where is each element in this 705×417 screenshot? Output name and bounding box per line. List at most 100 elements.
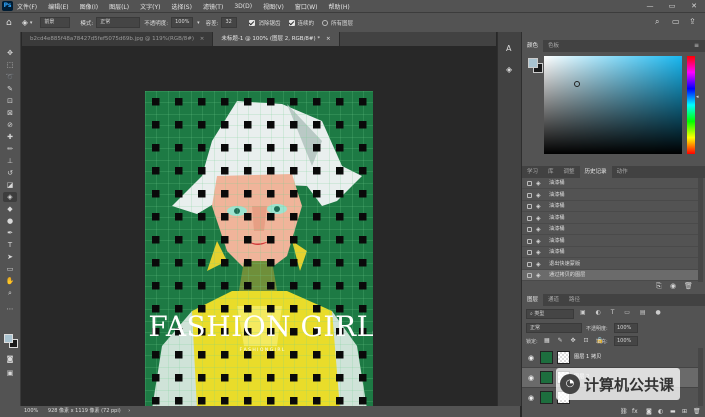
menu-window[interactable]: 窗口(W) bbox=[295, 2, 318, 11]
tab-close-icon[interactable]: × bbox=[326, 36, 331, 42]
tab-learn[interactable]: 学习 bbox=[522, 166, 543, 178]
history-item[interactable]: ◈ 通过拷贝的图层 bbox=[522, 270, 698, 281]
marquee-tool-icon[interactable]: ⬚ bbox=[3, 60, 17, 70]
history-state-checkbox[interactable] bbox=[527, 192, 532, 198]
history-item[interactable]: ◈ 油漆桶 bbox=[522, 201, 698, 212]
tab-actions[interactable]: 动作 bbox=[612, 166, 633, 178]
fill-input[interactable]: 100% bbox=[614, 336, 638, 346]
fill-source-select[interactable]: 前景 bbox=[40, 17, 71, 28]
brush-tool-icon[interactable]: ✏ bbox=[3, 144, 17, 154]
workspace-icon[interactable]: ▭ bbox=[672, 17, 680, 26]
layer-name[interactable]: 图层 1 拷贝 bbox=[574, 353, 601, 360]
history-state-checkbox[interactable] bbox=[527, 227, 532, 232]
history-state-checkbox[interactable] bbox=[527, 261, 532, 267]
more-tools-icon[interactable]: ⋯ bbox=[3, 304, 17, 314]
contiguous-checkbox[interactable] bbox=[288, 19, 295, 26]
history-scrollbar[interactable] bbox=[698, 178, 703, 282]
layer-thumbnail[interactable] bbox=[540, 391, 553, 404]
new-group-icon[interactable]: ▬ bbox=[670, 408, 676, 415]
tool-preset-chevron-icon[interactable]: ▾ bbox=[30, 20, 33, 26]
tab-history[interactable]: 历史记录 bbox=[579, 166, 612, 178]
stamp-tool-icon[interactable]: ⊥ bbox=[3, 156, 17, 166]
menu-file[interactable]: 文件(F) bbox=[17, 2, 37, 11]
add-mask-icon[interactable]: ◙ bbox=[646, 408, 652, 415]
shape-tool-icon[interactable]: ▭ bbox=[3, 264, 17, 274]
adjustment-layer-icon[interactable]: ◐ bbox=[658, 408, 663, 415]
screen-mode-icon[interactable]: ▣ bbox=[3, 368, 17, 378]
fx-icon[interactable]: fx bbox=[632, 408, 638, 415]
blend-mode-select[interactable]: 正常 bbox=[526, 323, 582, 333]
paint-bucket-tool-icon[interactable]: ◈ bbox=[22, 18, 28, 27]
tab-layers[interactable]: 图层 bbox=[522, 294, 544, 306]
panel-menu-icon[interactable]: ≡ bbox=[694, 42, 699, 49]
layers-scrollbar[interactable] bbox=[698, 348, 703, 406]
blur-tool-icon[interactable]: ◆ bbox=[3, 204, 17, 214]
frame-tool-icon[interactable]: ⊠ bbox=[3, 108, 17, 118]
mode-select[interactable]: 正常 bbox=[96, 17, 141, 28]
visibility-eye-icon[interactable]: ◉ bbox=[528, 374, 534, 382]
menu-layer[interactable]: 图层(L) bbox=[109, 2, 129, 11]
delete-state-icon[interactable]: 🗑 bbox=[684, 282, 693, 290]
menu-select[interactable]: 选择(S) bbox=[171, 2, 192, 11]
history-item[interactable]: ◈ 油漆桶 bbox=[522, 190, 698, 201]
delete-layer-icon[interactable]: 🗑 bbox=[693, 408, 701, 415]
document-canvas[interactable]: FASHION GIRL F A S H I O N G I R L bbox=[22, 46, 496, 406]
type-tool-icon[interactable]: T bbox=[3, 240, 17, 250]
history-state-checkbox[interactable] bbox=[527, 215, 532, 221]
tab-color[interactable]: 颜色 bbox=[522, 40, 544, 52]
zoom-level[interactable]: 100% bbox=[24, 408, 38, 414]
tab-untitled-1[interactable]: 未标题-1 @ 100% (图层 2, RGB/8#) * × bbox=[213, 32, 340, 46]
new-layer-icon[interactable]: ⊞ bbox=[682, 408, 687, 415]
canvas-area[interactable]: FASHION GIRL F A S H I O N G I R L bbox=[22, 46, 496, 406]
link-layers-icon[interactable]: ⛓ bbox=[620, 408, 628, 415]
color-fg-swatch[interactable] bbox=[528, 58, 538, 68]
layer-opacity-input[interactable]: 100% bbox=[614, 323, 638, 333]
history-item[interactable]: ◈ 油漆桶 bbox=[522, 213, 698, 224]
history-item[interactable]: ◈ 退出快速蒙版 bbox=[522, 259, 698, 270]
history-item[interactable]: ◈ 油漆桶 bbox=[522, 178, 698, 189]
path-select-tool-icon[interactable]: ➤ bbox=[3, 252, 17, 262]
healing-tool-icon[interactable]: ✚ bbox=[3, 132, 17, 142]
visibility-eye-icon[interactable]: ◉ bbox=[528, 354, 534, 362]
tab-close-icon[interactable]: × bbox=[200, 36, 205, 42]
menu-image[interactable]: 图像(I) bbox=[80, 2, 98, 11]
share-icon[interactable]: ⇪ bbox=[689, 17, 696, 26]
menu-edit[interactable]: 编辑(E) bbox=[48, 2, 68, 11]
move-tool-icon[interactable]: ✥ bbox=[3, 48, 17, 58]
tab-adjustments[interactable]: 调整 bbox=[559, 166, 580, 178]
dodge-tool-icon[interactable]: ● bbox=[3, 216, 17, 226]
tab-paths[interactable]: 路径 bbox=[564, 294, 585, 306]
zoom-tool-icon[interactable]: ⌕ bbox=[3, 288, 17, 298]
home-icon[interactable]: ⌂ bbox=[6, 18, 12, 28]
menu-3d[interactable]: 3D(D) bbox=[234, 3, 252, 10]
menu-help[interactable]: 帮助(H) bbox=[329, 2, 350, 11]
tab-channels[interactable]: 通道 bbox=[543, 294, 564, 306]
layer-thumbnail[interactable] bbox=[540, 371, 553, 384]
history-item[interactable]: ◈ 油漆桶 bbox=[522, 247, 698, 258]
color-picker-cursor[interactable] bbox=[574, 81, 580, 87]
minimize-button[interactable]: — bbox=[639, 0, 661, 12]
foreground-color-swatch[interactable] bbox=[4, 334, 13, 343]
status-arrow-icon[interactable]: › bbox=[128, 408, 130, 414]
color-field[interactable] bbox=[544, 56, 682, 154]
history-state-checkbox[interactable] bbox=[527, 250, 532, 255]
tab-libraries[interactable]: 库 bbox=[543, 166, 559, 178]
menu-filter[interactable]: 滤镜(T) bbox=[203, 2, 223, 11]
history-state-checkbox[interactable] bbox=[527, 204, 532, 209]
layer-thumbnail[interactable] bbox=[540, 351, 553, 364]
all-layers-checkbox[interactable] bbox=[322, 19, 329, 26]
history-brush-tool-icon[interactable]: ↺ bbox=[3, 168, 17, 178]
history-state-checkbox[interactable] bbox=[527, 273, 532, 278]
hand-tool-icon[interactable]: ✋ bbox=[3, 276, 17, 286]
menu-view[interactable]: 视图(V) bbox=[263, 2, 284, 11]
tab-source-image[interactable]: b2cd4e885f48a78427d5fef5075d69b.jpg @ 11… bbox=[22, 32, 214, 46]
close-button[interactable]: ✕ bbox=[683, 0, 705, 12]
history-state-checkbox[interactable] bbox=[527, 238, 532, 244]
snapshot-icon[interactable]: ◉ bbox=[670, 282, 676, 290]
eraser-tool-icon[interactable]: ◪ bbox=[3, 180, 17, 190]
quick-select-tool-icon[interactable]: ✎ bbox=[3, 84, 17, 94]
opacity-chevron-icon[interactable]: ▾ bbox=[197, 20, 200, 26]
layer-mask-thumbnail[interactable] bbox=[557, 351, 570, 364]
history-item[interactable]: ◈ 油漆桶 bbox=[522, 224, 698, 235]
history-item[interactable]: ◈ 油漆桶 bbox=[522, 236, 698, 247]
